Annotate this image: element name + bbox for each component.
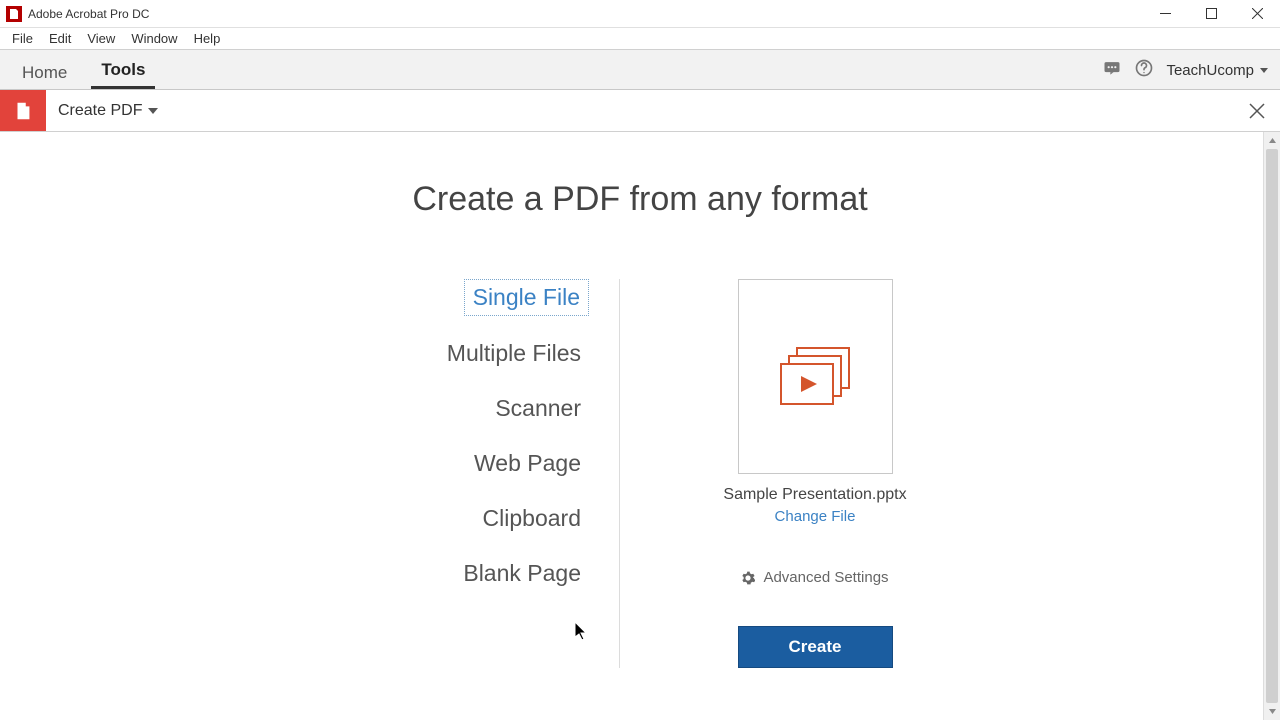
tool-toolbar: Create PDF — [0, 90, 1280, 132]
maximize-button[interactable] — [1188, 0, 1234, 28]
change-file-link[interactable]: Change File — [775, 508, 856, 525]
minimize-button[interactable] — [1142, 0, 1188, 28]
vertical-scrollbar[interactable] — [1263, 132, 1280, 720]
tool-label: Create PDF — [58, 102, 142, 120]
option-scanner[interactable]: Scanner — [487, 391, 589, 426]
option-blank-page[interactable]: Blank Page — [455, 556, 589, 591]
scroll-down-icon[interactable] — [1264, 703, 1280, 720]
user-name: TeachUcomp — [1166, 62, 1254, 79]
scroll-up-icon[interactable] — [1264, 132, 1280, 149]
option-single-file[interactable]: Single File — [464, 279, 589, 316]
source-options: Single File Multiple Files Scanner Web P… — [320, 279, 620, 668]
selected-filename: Sample Presentation.pptx — [723, 486, 906, 504]
window-title: Adobe Acrobat Pro DC — [28, 7, 149, 21]
scrollbar-thumb[interactable] — [1266, 149, 1278, 703]
menu-edit[interactable]: Edit — [41, 29, 79, 48]
menu-view[interactable]: View — [79, 29, 123, 48]
menu-file[interactable]: File — [4, 29, 41, 48]
window-controls — [1142, 0, 1280, 28]
chevron-down-icon — [1260, 68, 1268, 73]
chevron-down-icon — [148, 108, 158, 114]
advanced-settings-label: Advanced Settings — [763, 569, 888, 586]
tool-dropdown[interactable]: Create PDF — [46, 90, 170, 131]
content-area: Create a PDF from any format Single File… — [0, 132, 1280, 720]
create-pdf-icon — [0, 90, 46, 131]
menu-help[interactable]: Help — [186, 29, 229, 48]
file-thumbnail[interactable] — [738, 279, 893, 474]
menubar: File Edit View Window Help — [0, 28, 1280, 50]
option-clipboard[interactable]: Clipboard — [475, 501, 589, 536]
close-panel-button[interactable] — [1234, 90, 1280, 131]
gear-icon — [741, 571, 755, 585]
page-heading: Create a PDF from any format — [0, 180, 1280, 219]
app-icon — [6, 6, 22, 22]
help-icon[interactable] — [1134, 58, 1154, 83]
option-web-page[interactable]: Web Page — [466, 446, 589, 481]
tab-tools[interactable]: Tools — [91, 52, 155, 89]
tabbar: Home Tools TeachUcomp — [0, 50, 1280, 90]
close-button[interactable] — [1234, 0, 1280, 28]
notifications-icon[interactable] — [1102, 58, 1122, 83]
user-menu[interactable]: TeachUcomp — [1166, 62, 1268, 79]
create-button[interactable]: Create — [738, 626, 893, 668]
titlebar: Adobe Acrobat Pro DC — [0, 0, 1280, 28]
tab-home[interactable]: Home — [12, 55, 77, 89]
menu-window[interactable]: Window — [123, 29, 185, 48]
advanced-settings-link[interactable]: Advanced Settings — [741, 569, 888, 586]
preview-area: Sample Presentation.pptx Change File Adv… — [620, 279, 960, 668]
option-multiple-files[interactable]: Multiple Files — [439, 336, 589, 371]
